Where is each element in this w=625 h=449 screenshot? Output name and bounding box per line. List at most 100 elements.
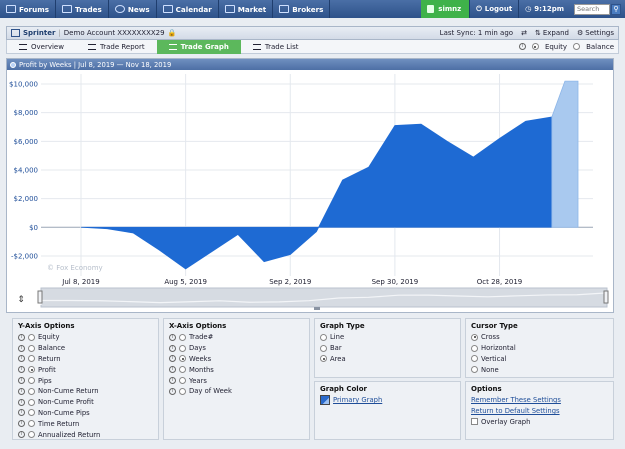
option-radio[interactable] <box>28 377 35 385</box>
option-radio[interactable] <box>471 355 478 363</box>
yaxis-options-option[interactable]: i Non-Cume Pips <box>18 408 153 419</box>
cursor-type-option[interactable]: Vertical <box>471 354 608 365</box>
nav-item-market[interactable]: Market <box>219 0 274 18</box>
equity-radio[interactable] <box>531 43 539 50</box>
tab-trade-list[interactable]: Trade List <box>241 40 311 54</box>
xaxis-options-option[interactable]: i Days <box>169 343 304 354</box>
range-handle-left[interactable] <box>37 290 43 304</box>
yaxis-options-option[interactable]: i Balance <box>18 343 153 354</box>
cursor-type-option[interactable]: None <box>471 364 608 375</box>
user-menu[interactable]: simnz <box>421 0 470 18</box>
nav-item-trades[interactable]: Trades <box>56 0 109 18</box>
info-icon[interactable]: i <box>18 366 25 374</box>
tab-overview[interactable]: Overview <box>7 40 76 54</box>
yaxis-options-option[interactable]: i Non-Cume Return <box>18 386 153 397</box>
primary-graph-link[interactable]: Primary Graph <box>333 396 382 404</box>
info-icon[interactable]: i <box>18 377 25 385</box>
info-icon[interactable]: i <box>169 333 176 341</box>
option-radio[interactable] <box>28 409 35 417</box>
primary-graph-color[interactable]: Primary Graph <box>320 395 455 406</box>
nav-item-forums[interactable]: Forums <box>0 0 56 18</box>
nav-item-brokers[interactable]: Brokers <box>273 0 331 18</box>
nav-item-news[interactable]: News <box>109 0 157 18</box>
yaxis-options-option[interactable]: i Equity <box>18 332 153 343</box>
yaxis-options-option[interactable]: i Annualized Return <box>18 429 153 440</box>
option-radio[interactable] <box>28 431 35 439</box>
info-icon[interactable]: i <box>18 387 25 395</box>
option-radio[interactable] <box>179 366 186 374</box>
trade-graph-chart[interactable]: $10,000 $8,000 $6,000 $4,000 $2,000 $0 -$2,000… <box>7 70 615 314</box>
option-radio[interactable] <box>28 420 35 428</box>
nav-item-calendar[interactable]: Calendar <box>157 0 219 18</box>
option-radio[interactable] <box>320 344 327 352</box>
vertical-zoom-icon[interactable]: ⇕ <box>17 295 25 305</box>
option-radio[interactable] <box>28 387 35 395</box>
info-icon[interactable]: i <box>169 366 176 374</box>
calendar-icon <box>162 5 173 13</box>
info-icon[interactable]: i <box>18 344 25 352</box>
search-input[interactable] <box>574 3 610 15</box>
option-radio[interactable] <box>179 377 186 385</box>
lock-icon: 🔒 <box>167 29 177 37</box>
news-globe-icon <box>114 5 125 13</box>
graph-type-option[interactable]: Line <box>320 332 455 343</box>
xaxis-options-option[interactable]: i Years <box>169 375 304 386</box>
info-icon[interactable]: i <box>18 398 25 406</box>
tab-trade-report[interactable]: Trade Report <box>76 40 157 54</box>
xaxis-options-option[interactable]: i Trade# <box>169 332 304 343</box>
xaxis-options-option[interactable]: i Months <box>169 364 304 375</box>
option-radio[interactable] <box>28 398 35 406</box>
logout-link[interactable]: ⏻ Logout <box>469 0 518 18</box>
option-radio[interactable] <box>471 333 478 341</box>
chart-toggle-icon[interactable] <box>10 61 16 68</box>
option-radio[interactable] <box>179 387 186 395</box>
range-handle-right[interactable] <box>603 290 609 304</box>
info-icon[interactable]: i <box>169 344 176 352</box>
option-radio[interactable] <box>320 355 327 363</box>
settings-button[interactable]: ⚙ Settings <box>577 29 614 37</box>
info-icon[interactable]: i <box>18 333 25 341</box>
info-icon[interactable]: i <box>169 387 176 395</box>
option-radio[interactable] <box>28 366 35 374</box>
info-icon[interactable]: i <box>18 431 25 439</box>
yaxis-options-option[interactable]: i Profit <box>18 364 153 375</box>
graph-type-option[interactable]: Bar <box>320 343 455 354</box>
sync-icon[interactable]: ⇄ <box>521 29 527 37</box>
option-radio[interactable] <box>471 344 478 352</box>
info-icon[interactable]: i <box>169 377 176 385</box>
graph-type-option[interactable]: Area <box>320 354 455 365</box>
tab-trade-graph[interactable]: Trade Graph <box>156 39 241 54</box>
color-swatch-icon[interactable] <box>320 395 330 406</box>
info-icon[interactable]: i <box>18 420 25 428</box>
option-radio[interactable] <box>320 333 327 341</box>
option-radio[interactable] <box>471 366 478 374</box>
option-label: Annualized Return <box>38 430 101 439</box>
search-button[interactable]: ⚲ <box>611 3 621 15</box>
option-radio[interactable] <box>28 355 35 363</box>
option-radio[interactable] <box>179 333 186 341</box>
info-icon[interactable]: i <box>18 355 25 363</box>
remember-settings-link[interactable]: Remember These Settings <box>471 396 561 404</box>
xaxis-options-option[interactable]: i Day of Week <box>169 386 304 397</box>
option-radio[interactable] <box>28 333 35 341</box>
yaxis-options-option[interactable]: i Pips <box>18 375 153 386</box>
option-radio[interactable] <box>179 344 186 352</box>
option-radio[interactable] <box>28 344 35 352</box>
range-navigator[interactable] <box>40 287 608 308</box>
cursor-type-option[interactable]: Cross <box>471 332 608 343</box>
yaxis-options-option[interactable]: i Return <box>18 354 153 365</box>
default-settings-link[interactable]: Return to Default Settings <box>471 407 560 415</box>
cursor-type-option[interactable]: Horizontal <box>471 343 608 354</box>
yaxis-options-option[interactable]: i Time Return <box>18 418 153 429</box>
navigator-scroll-grip[interactable] <box>314 307 320 310</box>
expand-button[interactable]: ⇅ Expand <box>535 29 569 37</box>
info-icon[interactable]: i <box>518 43 526 50</box>
option-radio[interactable] <box>179 355 186 363</box>
info-icon[interactable]: i <box>169 355 176 363</box>
x-tick-label: Sep 2, 2019 <box>269 278 311 286</box>
overlay-graph-checkbox[interactable] <box>471 418 478 426</box>
yaxis-options-option[interactable]: i Non-Cume Profit <box>18 397 153 408</box>
info-icon[interactable]: i <box>18 409 25 417</box>
xaxis-options-option[interactable]: i Weeks <box>169 354 304 365</box>
balance-radio[interactable] <box>573 43 581 50</box>
